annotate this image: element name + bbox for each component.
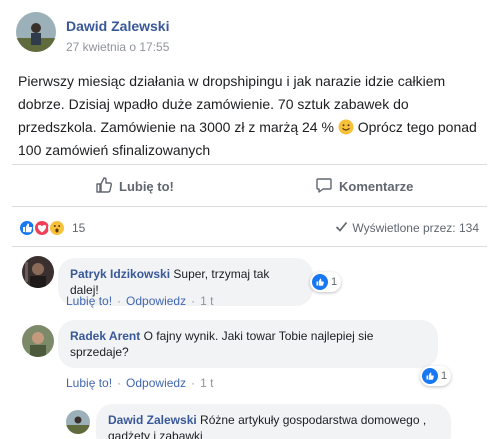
divider bbox=[12, 206, 487, 207]
separator: · bbox=[117, 376, 122, 390]
commenter-avatar[interactable] bbox=[22, 256, 54, 288]
reactions-summary[interactable]: 15 bbox=[18, 219, 85, 237]
comment-like-link[interactable]: Lubię to! bbox=[66, 294, 112, 308]
commenter-name[interactable]: Radek Arent bbox=[70, 329, 140, 343]
comment-likes: 1 bbox=[331, 276, 338, 288]
reply-bubble: Dawid Zalewski Różne artykuły gospodarst… bbox=[96, 404, 451, 439]
comment-like-link[interactable]: Lubię to! bbox=[66, 376, 112, 390]
seen-by[interactable]: Wyświetlone przez: 134 bbox=[335, 220, 479, 236]
seen-by-label: Wyświetlone przez: 134 bbox=[352, 221, 479, 235]
comment-button[interactable]: Komentarze bbox=[315, 176, 413, 196]
commenter-name[interactable]: Patryk Idzikowski bbox=[70, 267, 170, 281]
comment-bubble: Radek Arent O fajny wynik. Jaki towar To… bbox=[58, 320, 438, 368]
like-icon bbox=[312, 274, 328, 290]
divider bbox=[12, 246, 487, 247]
reply-author-name[interactable]: Dawid Zalewski bbox=[108, 413, 197, 427]
comment-actions: Lubię to! · Odpowiedz · 1 t bbox=[66, 294, 213, 308]
like-icon bbox=[422, 368, 438, 384]
smiling-face-icon bbox=[338, 119, 354, 135]
post-text: Pierwszy miesiąc działania w dropshiping… bbox=[18, 70, 486, 162]
comment-button-label: Komentarze bbox=[339, 178, 414, 194]
like-button-label: Lubię to! bbox=[119, 178, 174, 194]
comment-time[interactable]: 1 t bbox=[200, 376, 213, 390]
thumbs-up-icon bbox=[95, 176, 113, 197]
separator: · bbox=[191, 294, 196, 308]
facebook-post: Dawid Zalewski 27 kwietnia o 17:55 Pierw… bbox=[0, 0, 499, 439]
comment-reply-link[interactable]: Odpowiedz bbox=[126, 294, 186, 308]
comment-reply-link[interactable]: Odpowiedz bbox=[126, 376, 186, 390]
author-avatar[interactable] bbox=[16, 12, 56, 52]
comment-likes: 1 bbox=[441, 370, 448, 382]
comment-like-count[interactable]: 1 bbox=[310, 272, 342, 292]
post-timestamp[interactable]: 27 kwietnia o 17:55 bbox=[66, 40, 169, 54]
commenter-avatar[interactable] bbox=[22, 325, 54, 357]
checkmark-icon bbox=[335, 220, 348, 236]
reply-author-avatar[interactable] bbox=[66, 410, 90, 434]
comment-like-count[interactable]: 1 bbox=[420, 366, 452, 386]
speech-bubble-icon bbox=[315, 176, 333, 197]
reactions-count: 15 bbox=[72, 221, 86, 235]
wow-icon bbox=[48, 219, 66, 237]
author-name[interactable]: Dawid Zalewski bbox=[66, 18, 169, 34]
divider bbox=[12, 164, 487, 165]
comment-time[interactable]: 1 t bbox=[200, 294, 213, 308]
separator: · bbox=[191, 376, 196, 390]
comment-actions: Lubię to! · Odpowiedz · 1 t bbox=[66, 376, 213, 390]
separator: · bbox=[117, 294, 122, 308]
like-button[interactable]: Lubię to! bbox=[95, 176, 174, 196]
